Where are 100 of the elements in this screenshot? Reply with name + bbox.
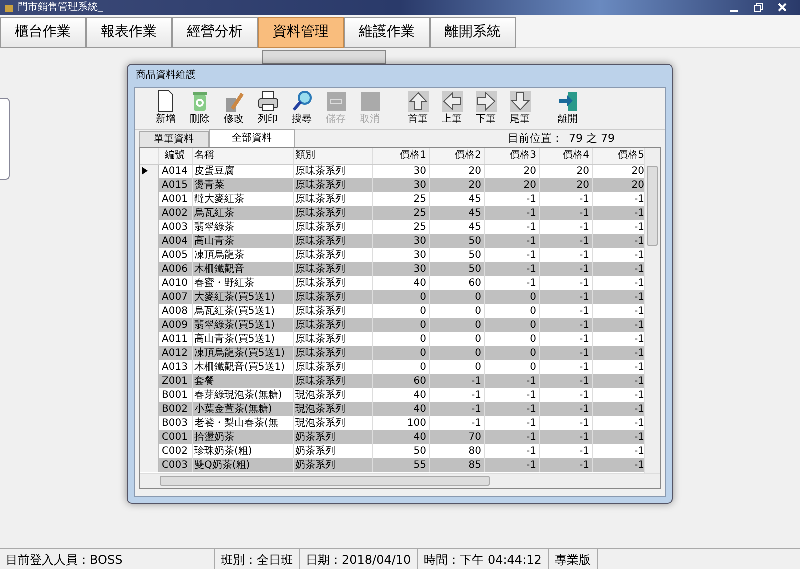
table-cell: -1 bbox=[484, 206, 539, 220]
table-cell: -1 bbox=[484, 402, 539, 416]
window-title: 門市銷售管理系統_ bbox=[18, 0, 103, 15]
table-cell: -1 bbox=[429, 374, 484, 388]
menu-tab[interactable]: 資料管理 bbox=[258, 17, 344, 48]
status-text: 目前登入人員：BOSS bbox=[0, 549, 215, 569]
toolbar-button[interactable]: 尾筆 bbox=[503, 90, 537, 126]
table-cell: 20 bbox=[429, 178, 484, 192]
tab[interactable]: 單筆資料 bbox=[139, 131, 209, 147]
toolbar-button[interactable]: 刪除 bbox=[183, 90, 217, 126]
table-cell: 20 bbox=[484, 178, 539, 192]
table-cell: 30 bbox=[372, 178, 429, 192]
toolbar-button[interactable]: 上筆 bbox=[435, 90, 469, 126]
table-cell: 奶茶系列 bbox=[293, 430, 372, 444]
toolbar-button[interactable]: 離開 bbox=[551, 90, 585, 126]
table-cell: -1 bbox=[592, 206, 647, 220]
table-cell: A002 bbox=[158, 206, 192, 220]
toolbar-button[interactable]: 搜尋 bbox=[285, 90, 319, 126]
table-cell: 25 bbox=[372, 206, 429, 220]
square-icon bbox=[358, 90, 382, 113]
table-cell: 奶茶系列 bbox=[293, 458, 372, 472]
down-arrow-icon bbox=[508, 90, 532, 113]
status-text: 日期：2018/04/10 bbox=[300, 549, 418, 569]
door-icon bbox=[556, 90, 580, 113]
table-cell: -1 bbox=[429, 402, 484, 416]
table-cell: -1 bbox=[592, 346, 647, 360]
table-cell: 原味茶系列 bbox=[293, 262, 372, 276]
toolbar-button[interactable]: 列印 bbox=[251, 90, 285, 126]
column-header[interactable]: 價格5 bbox=[592, 148, 647, 164]
column-header[interactable]: 價格2 bbox=[429, 148, 484, 164]
menu-tab[interactable]: 經營分析 bbox=[172, 17, 258, 48]
menu-tab[interactable]: 報表作業 bbox=[86, 17, 172, 48]
table-cell: -1 bbox=[484, 262, 539, 276]
table-cell: 套餐 bbox=[192, 374, 293, 388]
table-cell: -1 bbox=[592, 318, 647, 332]
column-header[interactable]: 價格4 bbox=[539, 148, 592, 164]
table-cell: C001 bbox=[158, 430, 192, 444]
table-cell: -1 bbox=[539, 206, 592, 220]
column-header[interactable]: 價格3 bbox=[484, 148, 539, 164]
table-cell: A012 bbox=[158, 346, 192, 360]
table-cell: 燙青菜 bbox=[192, 178, 293, 192]
menu-tab[interactable]: 離開系統 bbox=[430, 17, 516, 48]
table-cell: -1 bbox=[592, 262, 647, 276]
status-text: 時間：下午 04:44:12 bbox=[418, 549, 549, 569]
scroll-thumb[interactable] bbox=[160, 476, 490, 486]
toolbar-button[interactable]: 下筆 bbox=[469, 90, 503, 126]
table-cell: Z001 bbox=[158, 374, 192, 388]
toolbar-button[interactable]: 首筆 bbox=[401, 90, 435, 126]
table-cell: 0 bbox=[484, 346, 539, 360]
position-label: 目前位置： bbox=[508, 130, 563, 146]
table-cell: 50 bbox=[429, 234, 484, 248]
table-cell: 0 bbox=[372, 346, 429, 360]
table-cell: -1 bbox=[539, 346, 592, 360]
table-cell: 雙Q奶茶(粗) bbox=[192, 458, 293, 472]
table-cell: 45 bbox=[429, 206, 484, 220]
left-arrow-icon bbox=[440, 90, 464, 113]
column-header[interactable]: 名稱 bbox=[192, 148, 293, 164]
table-cell: 凍頂烏龍茶(買5送1) bbox=[192, 346, 293, 360]
menu-tab[interactable]: 維護作業 bbox=[344, 17, 430, 48]
dialog-title: 商品資料維護 bbox=[135, 68, 197, 83]
table-cell: A006 bbox=[158, 262, 192, 276]
table-cell: 原味茶系列 bbox=[293, 206, 372, 220]
table-cell: 原味茶系列 bbox=[293, 374, 372, 388]
menu-tab[interactable]: 櫃台作業 bbox=[0, 17, 86, 48]
status-text: 班別：全日班 bbox=[215, 549, 300, 569]
table-cell: -1 bbox=[539, 430, 592, 444]
table-cell: 高山青茶 bbox=[192, 234, 293, 248]
table-cell: -1 bbox=[592, 234, 647, 248]
tab[interactable]: 全部資料 bbox=[209, 129, 295, 147]
table-cell: 大麥紅茶(買5送1) bbox=[192, 290, 293, 304]
row-header[interactable] bbox=[140, 164, 158, 178]
column-header[interactable]: 編號 bbox=[158, 148, 192, 164]
table-cell: C003 bbox=[158, 458, 192, 472]
table-cell: A009 bbox=[158, 318, 192, 332]
horizontal-scrollbar[interactable] bbox=[140, 473, 660, 488]
app-icon bbox=[4, 2, 14, 12]
table-cell: -1 bbox=[592, 402, 647, 416]
column-header[interactable]: 類別 bbox=[293, 148, 372, 164]
toolbar-button[interactable]: 新增 bbox=[149, 90, 183, 126]
table-cell: -1 bbox=[484, 458, 539, 472]
table-cell: -1 bbox=[539, 458, 592, 472]
table-cell: 55 bbox=[372, 458, 429, 472]
vertical-scrollbar[interactable] bbox=[644, 148, 660, 473]
table-cell: 0 bbox=[484, 318, 539, 332]
table-cell: 小葉金萱茶(無糖) bbox=[192, 402, 293, 416]
dropdown-item[interactable] bbox=[262, 50, 386, 64]
toolbar-button[interactable]: 修改 bbox=[217, 90, 251, 126]
table-cell: -1 bbox=[592, 374, 647, 388]
row-pointer-icon bbox=[142, 167, 148, 176]
table-cell: 原味茶系列 bbox=[293, 234, 372, 248]
table-cell: 70 bbox=[429, 430, 484, 444]
right-arrow-icon bbox=[474, 90, 498, 113]
table-cell: 40 bbox=[372, 402, 429, 416]
table-cell: -1 bbox=[539, 402, 592, 416]
up-arrow-icon bbox=[406, 90, 430, 113]
column-header[interactable]: 價格1 bbox=[372, 148, 429, 164]
table-cell: -1 bbox=[539, 318, 592, 332]
status-text: 專業版 bbox=[548, 549, 598, 569]
table-cell: -1 bbox=[539, 234, 592, 248]
scroll-thumb[interactable] bbox=[647, 166, 658, 246]
